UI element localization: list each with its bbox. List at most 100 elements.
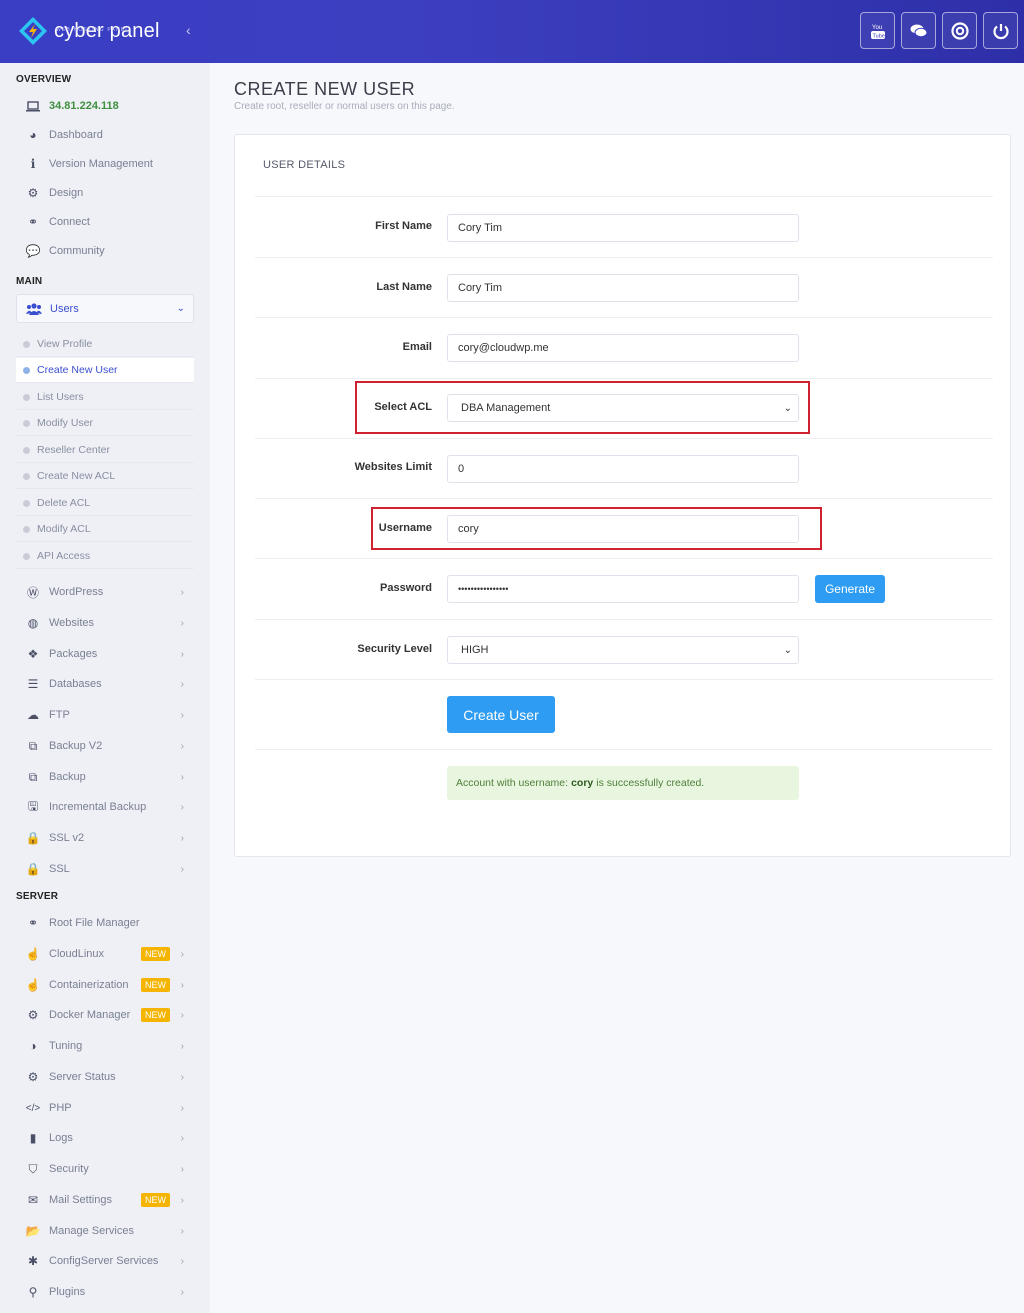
power-icon[interactable] [983,12,1018,49]
sidebar-item-label: Design [49,187,84,199]
link-icon: ⚭ [27,916,39,930]
divider [255,257,993,258]
collapse-sidebar-icon[interactable]: ‹ [186,22,191,38]
bullet-icon [23,366,30,374]
websites-limit-label: Websites Limit [354,461,432,473]
sidebar-item-label: Incremental Backup [49,801,147,813]
copy-icon: ⧉ [28,738,38,753]
divider [255,317,993,318]
sidebar-item-cloudlinux[interactable]: ☝ CloudLinux NEW › [16,941,194,967]
security-level-select[interactable]: HIGH ⌄ [447,636,799,664]
first-name-value: Cory Tim [458,222,502,234]
sidebar-item-ssl[interactable]: 🔒 SSL › [16,856,194,882]
sidebar: OVERVIEW 34.81.224.118 ◕ Dashboard i Ver… [0,63,210,1313]
plug-icon: ⚲ [28,1285,38,1299]
sidebar-subitem-view-profile[interactable]: View Profile [16,332,194,357]
sidebar-subitem-reseller-center[interactable]: Reseller Center [16,438,194,463]
sidebar-item-manage-services[interactable]: 📂 Manage Services › [16,1218,194,1244]
sidebar-subitem-list-users[interactable]: List Users [16,385,194,410]
users-icon [26,302,42,315]
sidebar-item-design[interactable]: ⚙ Design [16,180,194,206]
sidebar-item-label: Packages [49,648,98,660]
sidebar-item-mail-settings[interactable]: ✉ Mail Settings NEW › [16,1187,194,1213]
divider [255,749,993,750]
sidebar-item-users[interactable]: Users ⌄ [16,294,194,323]
sidebar-item-tuning[interactable]: ◑ Tuning › [16,1033,194,1059]
sidebar-item-security[interactable]: ⛉ Security › [16,1156,194,1182]
sidebar-item-dashboard[interactable]: ◕ Dashboard [16,122,194,148]
sidebar-item-version-management[interactable]: i Version Management [16,151,194,177]
chevron-right-icon: › [180,586,184,598]
globe-icon: ◍ [27,616,39,630]
chevron-right-icon: › [180,709,184,721]
sidebar-item-label: Version Management [49,158,153,170]
sidebar-item-backup[interactable]: ⧉ Backup › [16,764,194,790]
wordpress-icon: Ⓦ [26,585,39,600]
sidebar-item-label: WordPress [49,586,104,598]
chevron-right-icon: › [180,1255,184,1267]
chevron-right-icon: › [180,678,184,690]
last-name-field[interactable]: Cory Tim [447,274,799,302]
folder-open-icon: 📂 [25,1224,41,1238]
sidebar-item-containerization[interactable]: ☝ Containerization NEW › [16,972,194,998]
support-icon[interactable] [942,12,977,49]
sidebar-item-server-status[interactable]: ⚙ Server Status › [16,1064,194,1090]
sidebar-item-incremental-backup[interactable]: 🖫 Incremental Backup › [16,794,194,820]
bug-icon: ✱ [27,1254,39,1268]
sidebar-item-root-file-manager[interactable]: ⚭ Root File Manager [16,910,194,936]
sidebar-subitem-create-new-user[interactable]: Create New User [16,358,194,383]
sidebar-item-php[interactable]: </> PHP › [16,1095,194,1121]
sidebar-item-wordpress[interactable]: Ⓦ WordPress › [16,579,194,605]
sidebar-subitem-label: Modify ACL [37,523,91,535]
sidebar-subitem-modify-user[interactable]: Modify User [16,411,194,436]
sidebar-subitem-modify-acl[interactable]: Modify ACL [16,517,194,542]
sidebar-item-label: PHP [49,1102,72,1114]
sidebar-subitem-create-new-acl[interactable]: Create New ACL [16,464,194,489]
new-badge: NEW [141,1193,170,1207]
sidebar-item-backup-v2[interactable]: ⧉ Backup V2 › [16,733,194,759]
dashboard-icon: ◕ [29,128,37,142]
chat-icon[interactable] [901,12,936,49]
chevron-right-icon: › [180,1225,184,1237]
password-value: •••••••••••••••• [458,584,509,594]
sidebar-item-label: Mail Settings [49,1194,112,1206]
sidebar-item-ftp[interactable]: ☁ FTP › [16,702,194,728]
new-badge: NEW [141,947,170,961]
sidebar-item-packages[interactable]: ❖ Packages › [16,641,194,667]
file-icon: ▮ [29,1131,37,1145]
chevron-right-icon: › [180,863,184,875]
youtube-icon[interactable]: You Tube [860,12,895,49]
bullet-icon [23,525,30,533]
sidebar-item-logs[interactable]: ▮ Logs › [16,1125,194,1151]
websites-limit-field[interactable]: 0 [447,455,799,483]
email-field[interactable]: cory@cloudwp.me [447,334,799,362]
sidebar-item-community[interactable]: 💬 Community [16,238,194,264]
sidebar-item-docker-manager[interactable]: ⚙ Docker Manager NEW › [16,1002,194,1028]
sidebar-item-websites[interactable]: ◍ Websites › [16,610,194,636]
sidebar-item-ssl-v2[interactable]: 🔒 SSL v2 › [16,825,194,851]
cyberpanel-logo-icon [18,16,48,46]
lock-icon: 🔒 [25,831,41,845]
sidebar-item-connect[interactable]: ⚭ Connect [16,209,194,235]
divider [255,679,993,680]
sidebar-subitem-delete-acl[interactable]: Delete ACL [16,491,194,516]
cloud-upload-icon: ☁ [27,708,39,722]
sidebar-item-ip[interactable]: 34.81.224.118 [16,93,194,119]
svg-text:You: You [872,25,882,31]
password-field[interactable]: •••••••••••••••• [447,575,799,603]
chevron-right-icon: › [180,1071,184,1083]
chevron-right-icon: › [180,948,184,960]
sidebar-subitem-api-access[interactable]: API Access [16,544,194,569]
sidebar-item-configserver-services[interactable]: ✱ ConfigServer Services › [16,1248,194,1274]
sidebar-item-plugins[interactable]: ⚲ Plugins › [16,1279,194,1305]
first-name-field[interactable]: Cory Tim [447,214,799,242]
create-user-button[interactable]: Create User [447,696,555,733]
lock-icon: 🔒 [25,862,41,876]
card-title: USER DETAILS [263,159,346,171]
sidebar-item-databases[interactable]: ☰ Databases › [16,671,194,697]
top-header: cyber panel WEB HOSTING PANEL ‹ You Tube [0,0,1024,63]
sidebar-item-label: CloudLinux [49,948,105,960]
sidebar-item-label: SSL v2 [49,832,85,844]
divider [255,498,993,499]
generate-password-button[interactable]: Generate [815,575,885,603]
